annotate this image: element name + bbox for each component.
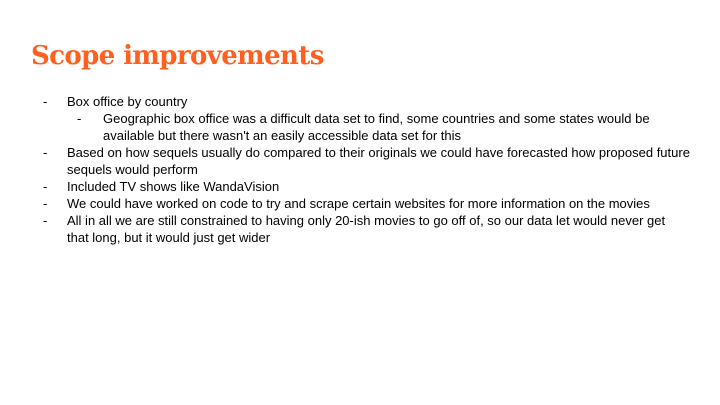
bullet-item: - Included TV shows like WandaVision <box>40 178 690 195</box>
bullet-text: We could have worked on code to try and … <box>67 196 650 211</box>
bullet-list: - Box office by country - Geographic box… <box>40 93 690 246</box>
sub-bullet-item: - Geographic box office was a difficult … <box>67 110 690 144</box>
bullet-item: - We could have worked on code to try an… <box>40 195 690 212</box>
bullet-dash: - <box>43 196 48 211</box>
sub-bullet-text: Geographic box office was a difficult da… <box>103 111 650 143</box>
sub-bullet-list: - Geographic box office was a difficult … <box>67 110 690 144</box>
bullet-item: - All in all we are still constrained to… <box>40 212 690 246</box>
bullet-text: All in all we are still constrained to h… <box>67 213 666 245</box>
slide: Scope improvements - Box office by count… <box>0 0 720 405</box>
bullet-item: - Based on how sequels usually do compar… <box>40 144 690 178</box>
bullet-dash: - <box>43 94 48 109</box>
slide-title: Scope improvements <box>31 41 324 71</box>
bullet-dash: - <box>43 145 48 160</box>
bullet-text: Included TV shows like WandaVision <box>67 179 280 194</box>
bullet-text: Based on how sequels usually do compared… <box>67 145 690 177</box>
bullet-dash: - <box>43 213 48 228</box>
bullet-item: - Box office by country - Geographic box… <box>40 93 690 144</box>
bullet-dash: - <box>43 179 48 194</box>
sub-bullet-dash: - <box>77 111 82 126</box>
bullet-text: Box office by country <box>67 94 188 109</box>
